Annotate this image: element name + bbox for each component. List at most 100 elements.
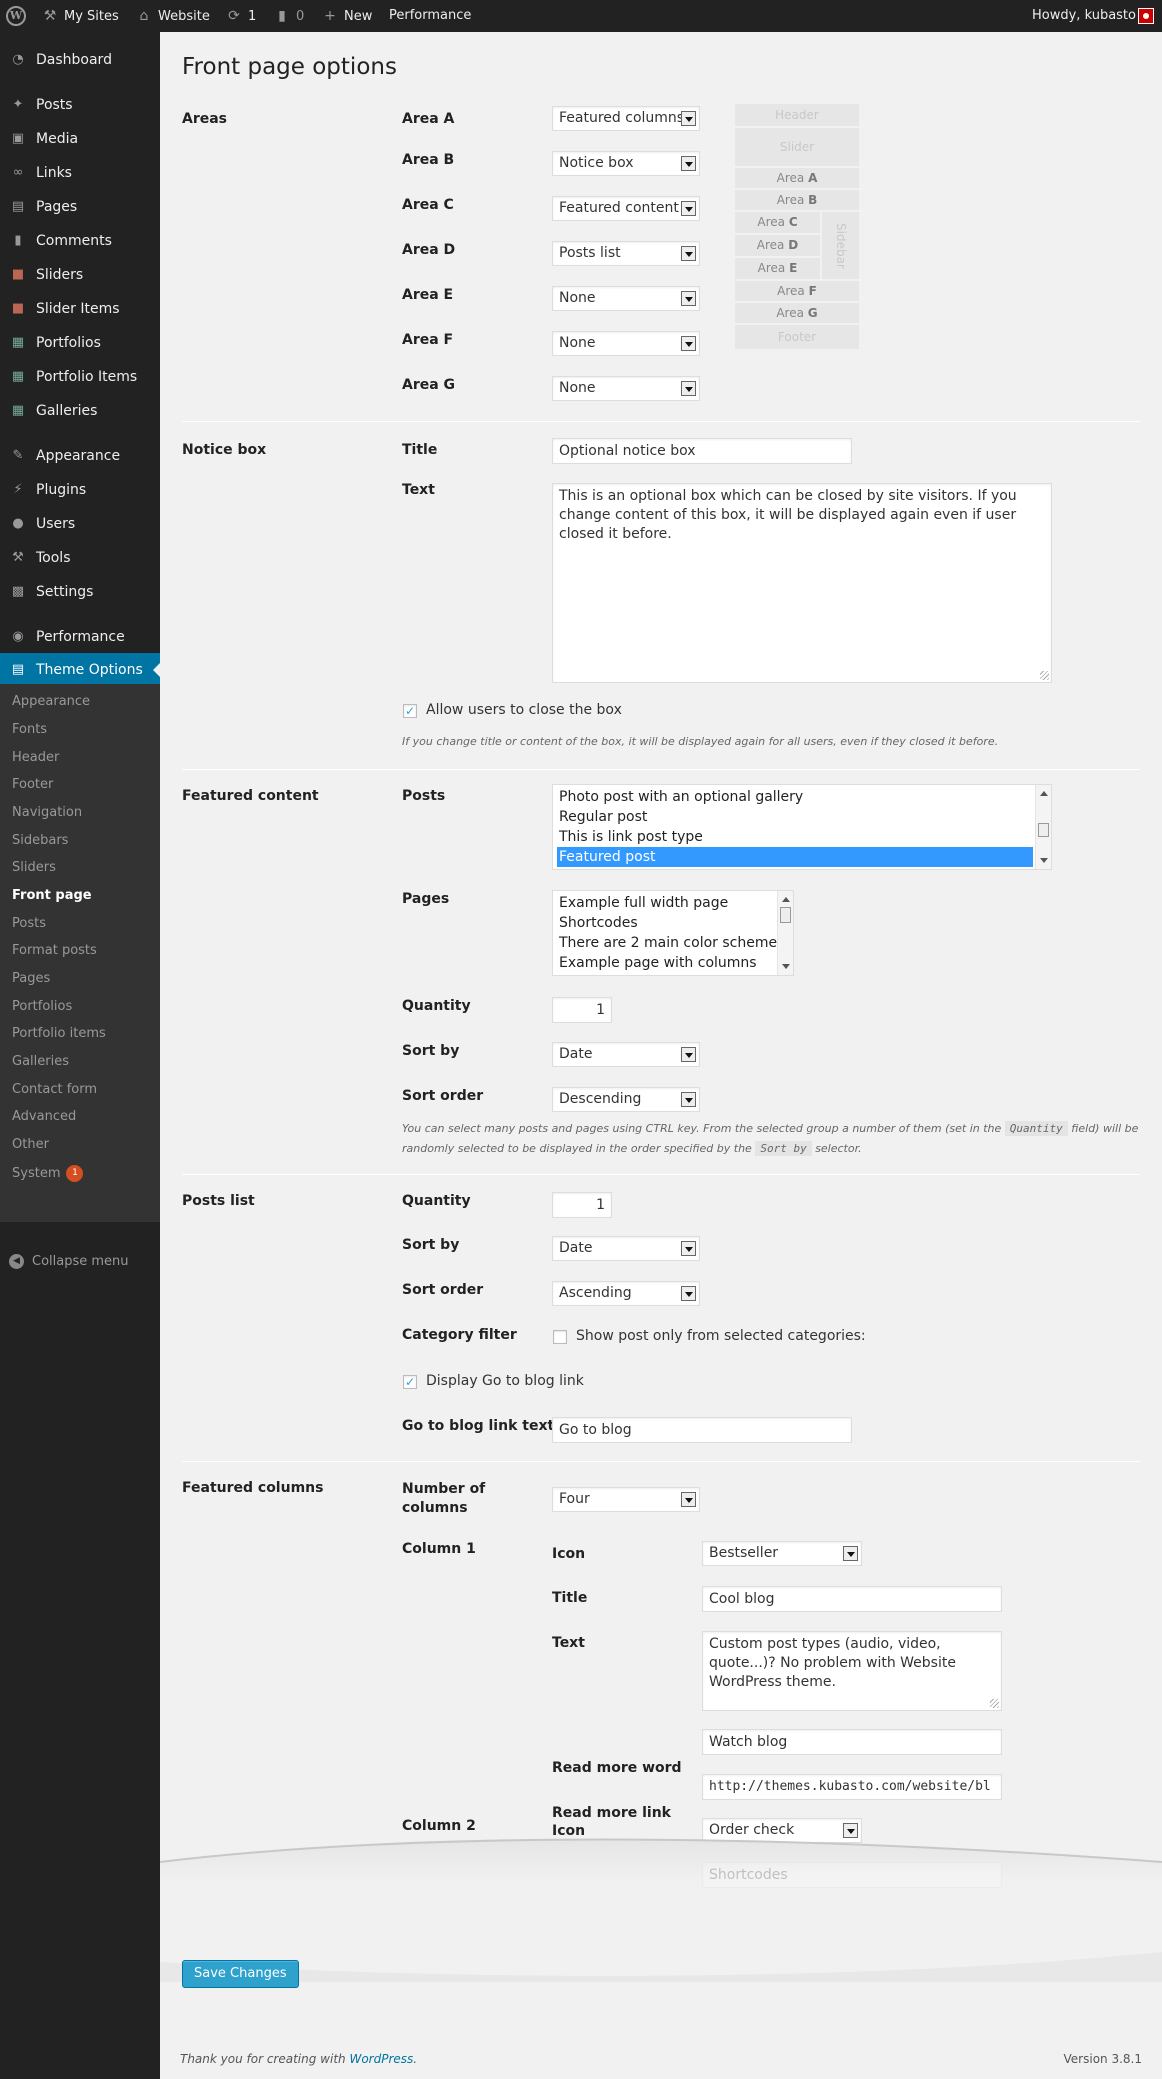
sidebar-item-links[interactable]: ∞ Links [0, 156, 160, 190]
area-f-select[interactable]: None [552, 331, 700, 356]
performance-menu[interactable]: Performance [389, 0, 471, 32]
posts-scrollbar[interactable] [1035, 785, 1051, 869]
sidebar-item-users[interactable]: ● Users [0, 507, 160, 541]
submenu-other[interactable]: Other [12, 1137, 49, 1152]
read-more-word-input[interactable]: Watch blog [702, 1729, 1002, 1755]
sidebar-item-settings[interactable]: ▩ Settings [0, 575, 160, 609]
brush-icon: ✎ [12, 448, 24, 463]
category-filter-checkbox-label[interactable]: Show post only from selected categories: [576, 1328, 866, 1344]
sidebar-item-posts[interactable]: ✦ Posts [0, 88, 160, 122]
sidebar-item-slider-items[interactable]: ■ Slider Items [0, 292, 160, 326]
list-item[interactable]: Example full width page [557, 893, 728, 913]
blog-link-text-input[interactable]: Go to blog [552, 1417, 852, 1443]
submenu-galleries[interactable]: Galleries [12, 1054, 69, 1069]
scroll-thumb[interactable] [1038, 823, 1049, 837]
column-1-icon-select[interactable]: Bestseller [702, 1541, 862, 1566]
submenu-contact-form[interactable]: Contact form [12, 1082, 97, 1097]
list-item[interactable]: Photo post with an optional gallery [557, 787, 1027, 807]
submenu-pages[interactable]: Pages [12, 971, 50, 986]
submenu-posts[interactable]: Posts [12, 916, 46, 931]
notice-title-input[interactable]: Optional notice box [552, 438, 852, 464]
new-content-menu[interactable]: + New [322, 0, 372, 32]
wordpress-logo-icon[interactable]: W [6, 6, 26, 26]
sidebar-item-appearance[interactable]: ✎ Appearance [0, 439, 160, 473]
scroll-up-icon[interactable] [1040, 787, 1048, 796]
column-1-title-input[interactable]: Cool blog [702, 1586, 1002, 1612]
featured-quantity-input[interactable]: 1 [552, 997, 612, 1023]
area-a-select[interactable]: Featured columns [552, 106, 700, 131]
area-e-select[interactable]: None [552, 286, 700, 311]
scroll-up-icon[interactable] [782, 893, 790, 902]
comments-menu[interactable]: ▮ 0 [274, 0, 304, 32]
sidebar-item-tools[interactable]: ⚒ Tools [0, 541, 160, 575]
area-g-select[interactable]: None [552, 376, 700, 401]
featured-sort-by-select[interactable]: Date [552, 1042, 700, 1067]
updates-menu[interactable]: ⟳ 1 [226, 0, 256, 32]
sidebar-item-portfolio-items[interactable]: ▦ Portfolio Items [0, 360, 160, 394]
scroll-thumb[interactable] [780, 907, 791, 923]
areas-section-title: Areas [182, 111, 228, 127]
notice-text-area[interactable]: This is an optional box which can be clo… [552, 483, 1052, 683]
submenu-appearance[interactable]: Appearance [12, 694, 90, 709]
allow-close-label[interactable]: Allow users to close the box [426, 702, 622, 718]
posts-list-quantity-input[interactable]: 1 [552, 1192, 612, 1218]
column-1-text-area[interactable]: Custom post types (audio, video, quote..… [702, 1631, 1002, 1711]
my-sites-menu[interactable]: ⚒ My Sites [42, 0, 119, 32]
list-item[interactable]: Regular post [557, 807, 1027, 827]
category-filter-checkbox[interactable] [553, 1330, 567, 1344]
submenu-portfolio-items[interactable]: Portfolio items [12, 1026, 106, 1041]
resize-handle-icon[interactable] [1040, 671, 1049, 680]
wordpress-link[interactable]: WordPress [349, 2052, 413, 2066]
submenu-navigation[interactable]: Navigation [12, 805, 82, 820]
list-item[interactable]: Example page with columns [557, 953, 757, 973]
list-item[interactable]: This is link post type [557, 827, 1027, 847]
sidebar-item-sliders[interactable]: ■ Sliders [0, 258, 160, 292]
sidebar-item-portfolios[interactable]: ▦ Portfolios [0, 326, 160, 360]
sidebar-item-media[interactable]: ▣ Media [0, 122, 160, 156]
submenu-sliders[interactable]: Sliders [12, 860, 56, 875]
list-item[interactable]: There are 2 main color schemes: [557, 933, 789, 953]
scroll-down-icon[interactable] [782, 964, 790, 973]
submenu-advanced[interactable]: Advanced [12, 1109, 76, 1124]
site-name-menu[interactable]: ⌂ Website [136, 0, 210, 32]
scroll-down-icon[interactable] [1040, 858, 1048, 867]
number-of-columns-select[interactable]: Four [552, 1487, 700, 1512]
avatar[interactable] [1138, 8, 1154, 24]
column-2-title-input[interactable]: Shortcodes [702, 1862, 1002, 1888]
list-item-selected[interactable]: Featured post [557, 847, 1033, 867]
area-b-select[interactable]: Notice box [552, 151, 700, 176]
sidebar-item-pages[interactable]: ▤ Pages [0, 190, 160, 224]
submenu-sidebars[interactable]: Sidebars [12, 833, 68, 848]
sidebar-item-performance[interactable]: ◉ Performance [0, 620, 160, 654]
featured-pages-listbox[interactable]: Example full width page Shortcodes There… [552, 890, 794, 976]
submenu-system[interactable]: System 1 [12, 1165, 84, 1182]
read-more-link-input[interactable]: http://themes.kubasto.com/website/bl [702, 1774, 1002, 1800]
featured-posts-listbox[interactable]: Photo post with an optional gallery Regu… [552, 784, 1052, 870]
allow-close-checkbox[interactable]: ✓ [403, 704, 417, 718]
posts-list-sort-by-select[interactable]: Date [552, 1236, 700, 1261]
sidebar-item-dashboard[interactable]: ◔ Dashboard [0, 43, 160, 77]
submenu-fonts[interactable]: Fonts [12, 722, 47, 737]
list-item[interactable]: Shortcodes [557, 913, 638, 933]
posts-list-sort-order-select[interactable]: Ascending [552, 1281, 700, 1306]
howdy-account-menu[interactable]: Howdy, kubasto [1032, 0, 1136, 32]
area-c-select[interactable]: Featured content [552, 196, 700, 221]
submenu-footer[interactable]: Footer [12, 777, 53, 792]
sidebar-item-comments[interactable]: ▮ Comments [0, 224, 160, 258]
resize-handle-icon[interactable] [990, 1699, 999, 1708]
submenu-front-page[interactable]: Front page [12, 888, 92, 903]
chevron-down-icon [681, 201, 696, 216]
submenu-portfolios[interactable]: Portfolios [12, 999, 72, 1014]
submenu-header[interactable]: Header [12, 750, 59, 765]
sidebar-item-theme-options[interactable]: ▤ Theme Options [0, 653, 161, 687]
submenu-format-posts[interactable]: Format posts [12, 943, 97, 958]
sidebar-item-plugins[interactable]: ⚡ Plugins [0, 473, 160, 507]
blog-link-checkbox-label[interactable]: Display Go to blog link [426, 1373, 584, 1389]
pages-scrollbar[interactable] [777, 891, 793, 975]
blog-link-checkbox[interactable]: ✓ [403, 1375, 417, 1389]
area-d-select[interactable]: Posts list [552, 241, 700, 266]
save-changes-button[interactable]: Save Changes [182, 1960, 299, 1988]
collapse-menu-button[interactable]: ◀ Collapse menu [9, 1254, 129, 1269]
featured-sort-order-select[interactable]: Descending [552, 1087, 700, 1112]
sidebar-item-galleries[interactable]: ▦ Galleries [0, 394, 160, 428]
